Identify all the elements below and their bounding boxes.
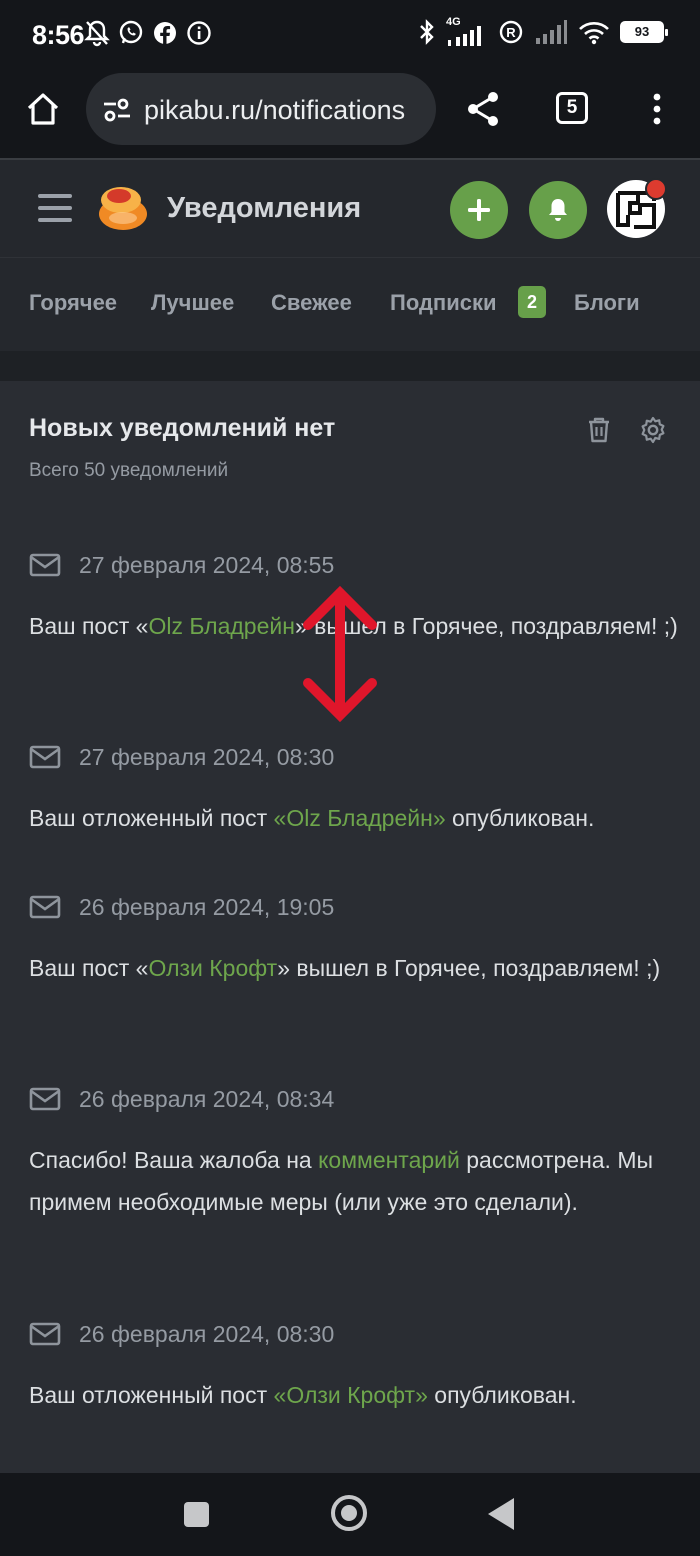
tab-subscriptions[interactable]: Подписки [390,290,497,316]
notification-meta: 27 февраля 2024, 08:55 [29,549,679,581]
notification-text: Ваш отложенный пост «Олзи Крофт» опублик… [29,1374,679,1416]
notification-text-part: Спасибо! Ваша жалоба на [29,1147,319,1173]
status-bar: 8:56 4G R 93 [0,0,700,70]
notification-text: Ваш отложенный пост «Olz Бладрейн» опубл… [29,797,679,839]
notification-item: 27 февраля 2024, 08:30 Ваш отложенный по… [29,741,679,839]
notification-meta: 26 февраля 2024, 08:30 [29,1318,679,1350]
bluetooth-icon [420,19,434,45]
roaming-icon: R [499,20,523,44]
signal-bars-icon [536,20,567,44]
facebook-icon [154,22,176,44]
section-divider [0,351,700,381]
notification-text: Ваш пост «Олзи Крофт» вышел в Горячее, п… [29,947,679,989]
home-button[interactable] [331,1495,367,1531]
bell-icon [549,199,567,221]
envelope-icon [29,1087,61,1111]
envelope-icon [29,553,61,577]
notification-meta: 26 февраля 2024, 08:34 [29,1083,679,1115]
site-settings-icon[interactable] [102,97,132,123]
browser-toolbar: pikabu.ru/notifications 5 [0,70,700,158]
app-header: Уведомления [0,160,700,258]
notification-date: 26 февраля 2024, 08:30 [79,1320,335,1347]
notification-date: 27 февраля 2024, 08:55 [79,551,335,578]
envelope-icon [29,1322,61,1346]
envelope-icon [29,745,61,769]
tab-switcher-button[interactable]: 5 [556,92,588,124]
tab-fresh[interactable]: Свежее [271,290,352,316]
status-notification-icons [84,19,212,47]
category-tabs: Горячее Лучшее Свежее Подписки 2 Блоги [0,259,700,351]
notification-item: 26 февраля 2024, 08:30 Ваш отложенный по… [29,1318,679,1416]
notification-text-part: опубликован. [427,1382,577,1408]
back-button[interactable] [488,1498,514,1530]
notifications-count: Всего 50 уведомлений [29,460,229,481]
envelope-icon [29,895,61,919]
system-nav-bar [0,1473,700,1556]
avatar-notification-dot [645,178,667,200]
status-system-icons: 4G R 93 [418,16,668,46]
notification-item: 26 февраля 2024, 19:05 Ваш пост «Олзи Кр… [29,891,679,989]
notifications-card: Новых уведомлений нет Всего 50 уведомлен… [0,381,700,1473]
notification-text-part: » вышел в Горячее, поздравляем! ;) [277,955,661,981]
signal-4g-icon: 4G [446,16,488,46]
notification-meta: 27 февраля 2024, 08:30 [29,741,679,773]
subscriptions-badge: 2 [518,286,546,318]
info-icon [187,21,211,45]
home-icon[interactable] [24,90,62,128]
post-link[interactable]: «Olz Бладрейн» [274,805,446,831]
notification-item: 26 февраля 2024, 08:34 Спасибо! Ваша жал… [29,1083,679,1223]
address-bar[interactable]: pikabu.ru/notifications [86,73,436,145]
double-arrow-annotation-icon [303,585,377,723]
notifications-button[interactable] [529,181,587,239]
notification-text-part: Ваш отложенный пост [29,1382,274,1408]
post-link[interactable]: Олзи Крофт [148,955,277,981]
notification-date: 27 февраля 2024, 08:30 [79,743,335,770]
post-link[interactable]: «Олзи Крофт» [274,1382,428,1408]
notification-date: 26 февраля 2024, 08:34 [79,1085,335,1112]
notification-text-part: Ваш пост « [29,613,149,639]
notification-date: 26 февраля 2024, 19:05 [79,893,335,920]
post-link[interactable]: Olz Бладрейн [148,613,295,639]
battery-indicator: 93 [620,21,668,43]
add-post-button[interactable] [450,181,508,239]
tab-blogs[interactable]: Блоги [574,290,640,316]
tab-best[interactable]: Лучшее [151,290,234,316]
pikabu-logo-icon[interactable] [97,184,149,232]
gear-icon[interactable] [639,416,667,444]
plus-icon [468,199,490,221]
status-time: 8:56 [32,20,85,50]
notification-text-part: Ваш пост « [29,955,149,981]
svg-text:R: R [506,25,516,40]
notification-text: Спасибо! Ваша жалоба на комментарий расс… [29,1139,679,1223]
bell-off-icon [84,20,110,47]
battery-level: 93 [634,24,650,39]
share-icon[interactable] [464,89,502,129]
notifications-title: Новых уведомлений нет [29,414,336,442]
more-menu-icon[interactable] [650,92,664,126]
wifi-icon [579,22,609,45]
recents-button[interactable] [184,1502,209,1527]
comment-link[interactable]: комментарий [318,1147,460,1173]
hamburger-menu-icon[interactable] [38,192,72,224]
notification-meta: 26 февраля 2024, 19:05 [29,891,679,923]
notification-text-part: опубликован. [445,805,595,831]
trash-icon[interactable] [586,416,612,444]
url-text[interactable]: pikabu.ru/notifications [144,95,405,126]
page-title: Уведомления [167,192,362,224]
notification-text-part: Ваш отложенный пост [29,805,274,831]
whatsapp-icon [119,20,143,44]
tab-hot[interactable]: Горячее [29,290,117,316]
